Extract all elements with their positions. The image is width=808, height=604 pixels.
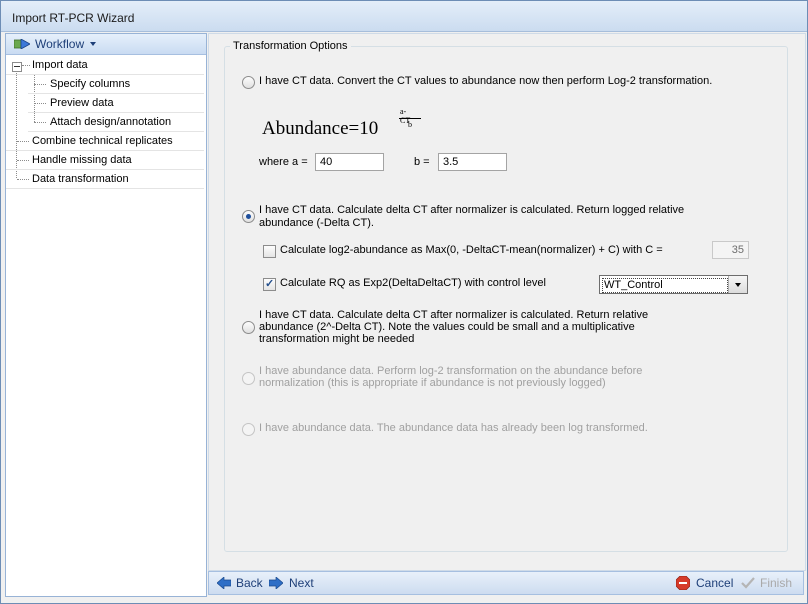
abundance-formula: Abundance=10 a-CT b: [262, 107, 421, 140]
c-field: [712, 241, 749, 259]
c-input: [713, 242, 748, 258]
tree-item-label: Data transformation: [32, 173, 129, 185]
chevron-down-icon: [90, 42, 96, 46]
workflow-label: Workflow: [35, 37, 85, 51]
option-delta-ct-relative-line3[interactable]: transformation might be needed: [259, 333, 414, 346]
radio-abundance-logged: [242, 423, 255, 436]
formula-denominator: b: [408, 120, 412, 129]
next-arrow-icon: [269, 577, 283, 589]
radio-delta-ct-logged[interactable]: [242, 210, 255, 223]
log2-abundance-checkbox[interactable]: [263, 245, 276, 258]
back-button[interactable]: Back: [215, 572, 267, 594]
dropdown-arrow-icon[interactable]: [728, 276, 747, 293]
workflow-header[interactable]: Workflow: [6, 34, 206, 55]
rq-checkbox[interactable]: [263, 277, 276, 291]
next-button[interactable]: Next: [269, 572, 319, 594]
navigation-bar: Back Next Cancel Finish: [208, 571, 804, 595]
formula-base: Abundance=10: [262, 118, 379, 139]
next-label: Next: [289, 576, 314, 590]
window-title: Import RT-PCR Wizard: [12, 11, 135, 25]
a-field[interactable]: [315, 153, 384, 171]
b-input[interactable]: [439, 154, 506, 170]
rq-label[interactable]: Calculate RQ as Exp2(DeltaDeltaCT) with …: [280, 277, 546, 290]
radio-delta-ct-relative[interactable]: [242, 321, 255, 334]
back-label: Back: [236, 576, 263, 590]
b-label: b =: [414, 156, 430, 168]
a-input[interactable]: [316, 154, 383, 170]
title-bar: Import RT-PCR Wizard: [1, 1, 807, 32]
finish-label: Finish: [760, 576, 793, 590]
cancel-button[interactable]: Cancel: [676, 572, 736, 594]
collapse-icon[interactable]: [12, 62, 22, 72]
workflow-panel: Workflow Import data Specify columns Pre…: [5, 33, 207, 597]
option-delta-ct-logged-line1[interactable]: I have CT data. Calculate delta CT after…: [259, 204, 684, 217]
tree-item-label: Handle missing data: [32, 154, 132, 166]
tree-item-attach-design[interactable]: Attach design/annotation: [28, 113, 204, 132]
control-level-select[interactable]: WT_Control: [599, 275, 748, 294]
tree-item-preview-data[interactable]: Preview data: [28, 94, 204, 113]
tree-item-label: Attach design/annotation: [50, 116, 172, 128]
tree-item-data-transformation[interactable]: Data transformation: [6, 170, 204, 189]
log2-abundance-label[interactable]: Calculate log2-abundance as Max(0, -Delt…: [280, 244, 663, 257]
a-label: where a =: [259, 156, 308, 168]
tree-item-missing-data[interactable]: Handle missing data: [6, 151, 204, 170]
tree-item-label: Specify columns: [50, 78, 131, 90]
b-field[interactable]: [438, 153, 507, 171]
option-abundance-logged-label: I have abundance data. The abundance dat…: [259, 422, 648, 434]
group-title: Transformation Options: [230, 40, 351, 52]
finish-button: Finish: [739, 572, 799, 594]
radio-abundance-log2: [242, 372, 255, 385]
option-delta-ct-logged-line2[interactable]: abundance (-Delta CT).: [259, 217, 374, 230]
tree-item-specify-columns[interactable]: Specify columns: [28, 75, 204, 94]
option-convert-ct-label[interactable]: I have CT data. Convert the CT values to…: [259, 75, 712, 88]
tree-item-combine-replicates[interactable]: Combine technical replicates: [6, 132, 204, 151]
stop-icon: [676, 576, 690, 590]
tree-item-label: Import data: [32, 59, 88, 71]
formula-fraction-bar: [399, 118, 421, 119]
radio-convert-ct[interactable]: [242, 76, 255, 89]
back-arrow-icon: [217, 577, 231, 589]
control-level-value: WT_Control: [602, 278, 728, 293]
tree-item-label: Combine technical replicates: [32, 135, 173, 147]
cancel-label: Cancel: [696, 576, 734, 590]
tree-item-label: Preview data: [50, 97, 114, 109]
tree-item-import-data[interactable]: Import data: [6, 56, 204, 75]
checkmark-icon: [741, 577, 755, 589]
workflow-icon: [14, 39, 30, 49]
option-abundance-log2-line2: normalization (this is appropriate if ab…: [259, 377, 606, 389]
